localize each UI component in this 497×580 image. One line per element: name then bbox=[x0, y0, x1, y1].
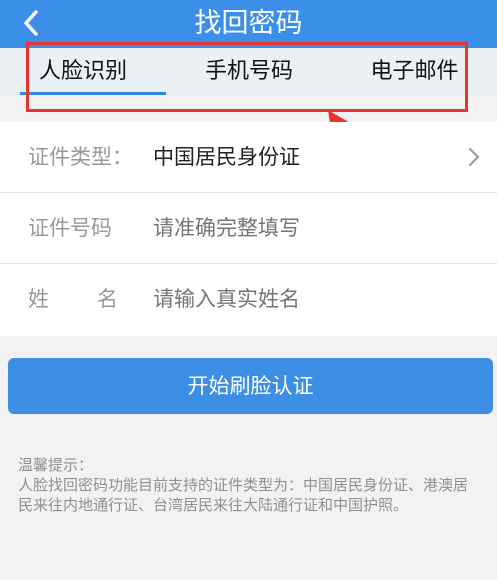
id-number-label: 证件号码 bbox=[28, 216, 112, 240]
name-label: 姓 名 bbox=[28, 264, 118, 335]
id-type-row[interactable]: 证件类型： 中国居民身份证 bbox=[0, 122, 497, 193]
tab-bar: 人脸识别 手机号码 电子邮件 bbox=[0, 48, 497, 96]
name-label-char-2: 名 bbox=[97, 287, 118, 311]
tab-email[interactable]: 电子邮件 bbox=[332, 48, 497, 96]
tips-title: 温馨提示： bbox=[18, 456, 94, 474]
id-type-label: 证件类型： bbox=[28, 145, 133, 169]
tab-active-indicator bbox=[20, 92, 166, 95]
tips-section: 温馨提示： 人脸找回密码功能目前支持的证件类型为：中国居民身份证、港澳居民来往内… bbox=[18, 455, 480, 515]
start-face-verification-button[interactable]: 开始刷脸认证 bbox=[8, 358, 493, 414]
name-input[interactable] bbox=[153, 264, 453, 335]
name-row: 姓 名 bbox=[0, 264, 497, 335]
tab-phone-number[interactable]: 手机号码 bbox=[166, 48, 332, 96]
id-type-value: 中国居民身份证 bbox=[153, 145, 300, 169]
name-label-char-1: 姓 bbox=[28, 287, 49, 311]
chevron-right-icon bbox=[469, 148, 479, 166]
tab-face-recognition[interactable]: 人脸识别 bbox=[0, 48, 166, 96]
tips-body: 人脸找回密码功能目前支持的证件类型为：中国居民身份证、港澳居民来往内地通行证、台… bbox=[18, 476, 469, 514]
id-number-row: 证件号码 bbox=[0, 193, 497, 264]
header-bar: 找回密码 bbox=[0, 0, 497, 48]
page-title: 找回密码 bbox=[194, 8, 303, 39]
id-number-input[interactable] bbox=[153, 193, 453, 264]
identity-form: 证件类型： 中国居民身份证 证件号码 姓 名 bbox=[0, 122, 497, 336]
